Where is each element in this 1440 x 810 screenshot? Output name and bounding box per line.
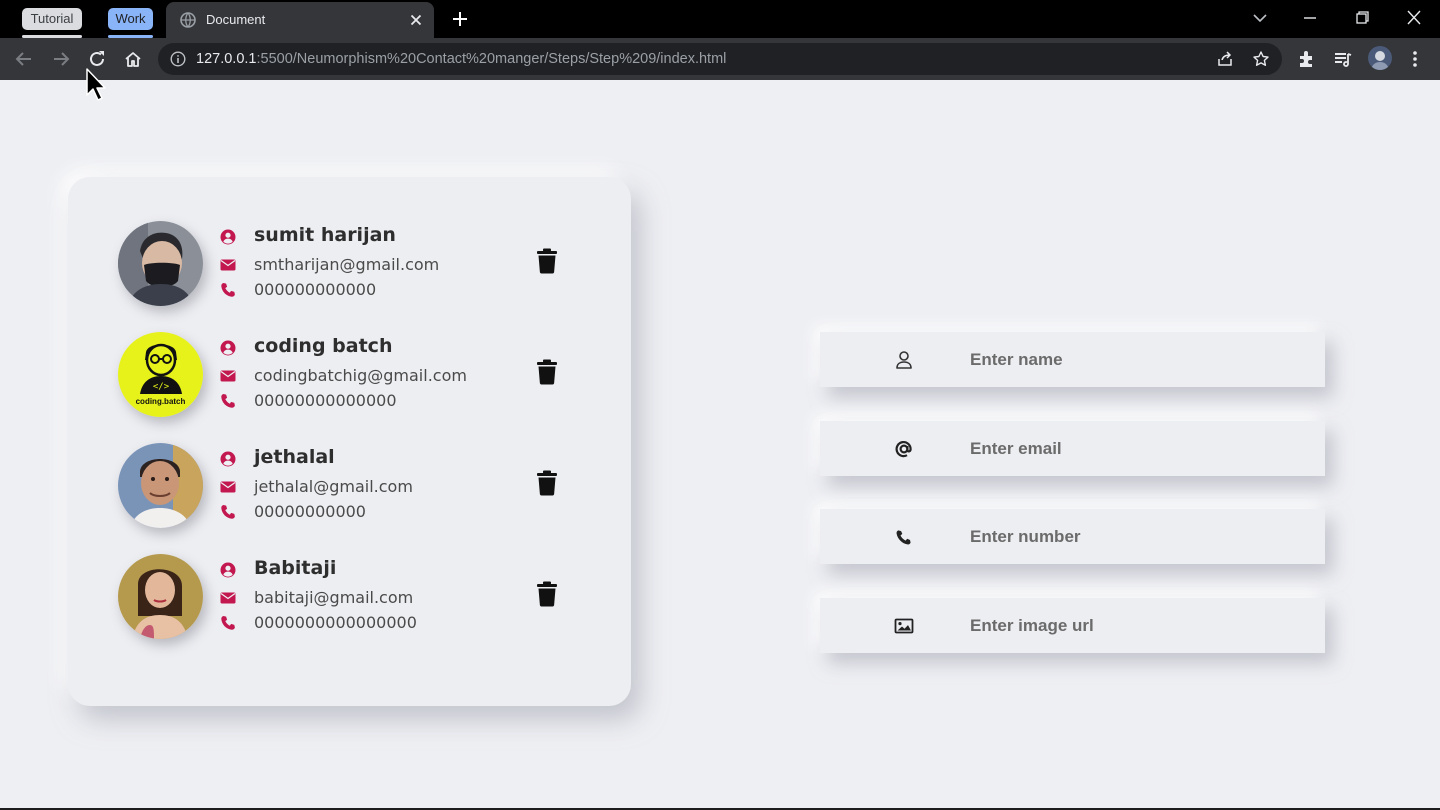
contact-item: jethalal jethalal@gmail.com 00000000000 <box>118 443 578 529</box>
site-info-icon[interactable] <box>170 51 186 67</box>
envelope-icon <box>220 370 236 382</box>
globe-icon <box>180 12 196 28</box>
home-icon[interactable] <box>122 48 144 70</box>
bookmark-star-icon[interactable] <box>1252 50 1270 68</box>
trash-icon[interactable] <box>536 248 558 274</box>
contact-name: jethalal <box>254 446 335 468</box>
tab-search-chevron-icon[interactable] <box>1249 8 1271 28</box>
contact-avatar <box>118 221 203 306</box>
menu-kebab-icon[interactable] <box>1404 48 1426 70</box>
tab-document[interactable]: Document <box>166 2 434 38</box>
envelope-icon <box>220 481 236 493</box>
address-bar[interactable]: 127.0.0.1:5500/Neumorphism%20Contact%20m… <box>158 43 1282 75</box>
profile-avatar[interactable] <box>1368 46 1392 70</box>
contact-item: </> coding.batch coding batch codingbatc… <box>118 332 578 418</box>
trash-icon[interactable] <box>536 359 558 385</box>
contact-email: jethalal@gmail.com <box>254 477 413 496</box>
contact-name: sumit harijan <box>254 224 396 246</box>
image-url-input[interactable] <box>970 598 1310 653</box>
number-field <box>820 509 1325 564</box>
back-icon[interactable] <box>13 48 35 70</box>
forward-icon[interactable] <box>50 48 72 70</box>
url-text: 127.0.0.1:5500/Neumorphism%20Contact%20m… <box>196 51 726 67</box>
phone-icon <box>896 530 911 545</box>
reload-icon[interactable] <box>86 48 108 70</box>
url-host: 127.0.0.1 <box>196 51 257 67</box>
contact-avatar <box>118 554 203 639</box>
name-input[interactable] <box>970 332 1310 387</box>
image-url-field <box>820 598 1325 653</box>
phone-icon <box>221 394 235 408</box>
phone-icon <box>221 505 235 519</box>
user-icon <box>896 351 912 369</box>
page-viewport: sumit harijan smtharijan@gmail.com 00000… <box>0 80 1440 808</box>
email-input[interactable] <box>970 421 1310 476</box>
extensions-icon[interactable] <box>1296 48 1318 70</box>
user-circle-icon <box>220 562 236 578</box>
phone-icon <box>221 283 235 297</box>
close-window-icon[interactable] <box>1403 8 1425 28</box>
user-circle-icon <box>220 451 236 467</box>
contact-phone: 00000000000 <box>254 502 366 521</box>
contact-phone: 00000000000000 <box>254 391 397 410</box>
mouse-cursor-icon <box>86 68 106 101</box>
image-icon <box>894 618 914 634</box>
contact-item: sumit harijan smtharijan@gmail.com 00000… <box>118 221 578 307</box>
number-input[interactable] <box>970 509 1310 564</box>
tab-group-work[interactable]: Work <box>108 8 153 30</box>
media-queue-icon[interactable] <box>1332 48 1354 70</box>
email-field <box>820 421 1325 476</box>
restore-icon[interactable] <box>1351 8 1373 28</box>
browser-toolbar: 127.0.0.1:5500/Neumorphism%20Contact%20m… <box>0 38 1440 80</box>
contact-avatar: </> coding.batch <box>118 332 203 417</box>
contact-phone: 0000000000000000 <box>254 613 417 632</box>
contact-avatar <box>118 443 203 528</box>
contact-name: Babitaji <box>254 557 337 579</box>
contact-email: codingbatchig@gmail.com <box>254 366 467 385</box>
close-tab-icon[interactable] <box>408 12 424 28</box>
contact-list-card: sumit harijan smtharijan@gmail.com 00000… <box>68 177 631 706</box>
at-icon <box>895 440 912 458</box>
avatar-label: coding.batch <box>136 397 186 406</box>
new-tab-icon[interactable] <box>450 9 470 29</box>
contact-item: Babitaji babitaji@gmail.com 000000000000… <box>118 554 578 640</box>
trash-icon[interactable] <box>536 470 558 496</box>
tab-title: Document <box>206 12 266 27</box>
share-icon[interactable] <box>1216 50 1234 68</box>
contact-name: coding batch <box>254 335 393 357</box>
user-circle-icon <box>220 340 236 356</box>
tab-group-tutorial[interactable]: Tutorial <box>22 8 82 30</box>
svg-text:</>: </> <box>153 382 170 392</box>
minimize-icon[interactable] <box>1299 8 1321 28</box>
phone-icon <box>221 616 235 630</box>
envelope-icon <box>220 259 236 271</box>
contact-email: babitaji@gmail.com <box>254 588 414 607</box>
trash-icon[interactable] <box>536 581 558 607</box>
user-circle-icon <box>220 229 236 245</box>
envelope-icon <box>220 592 236 604</box>
url-path: :5500/Neumorphism%20Contact%20manger/Ste… <box>256 51 727 67</box>
browser-titlebar: Tutorial Work Document <box>0 0 1440 38</box>
contact-phone: 000000000000 <box>254 280 377 299</box>
name-field <box>820 332 1325 387</box>
contact-email: smtharijan@gmail.com <box>254 255 440 274</box>
